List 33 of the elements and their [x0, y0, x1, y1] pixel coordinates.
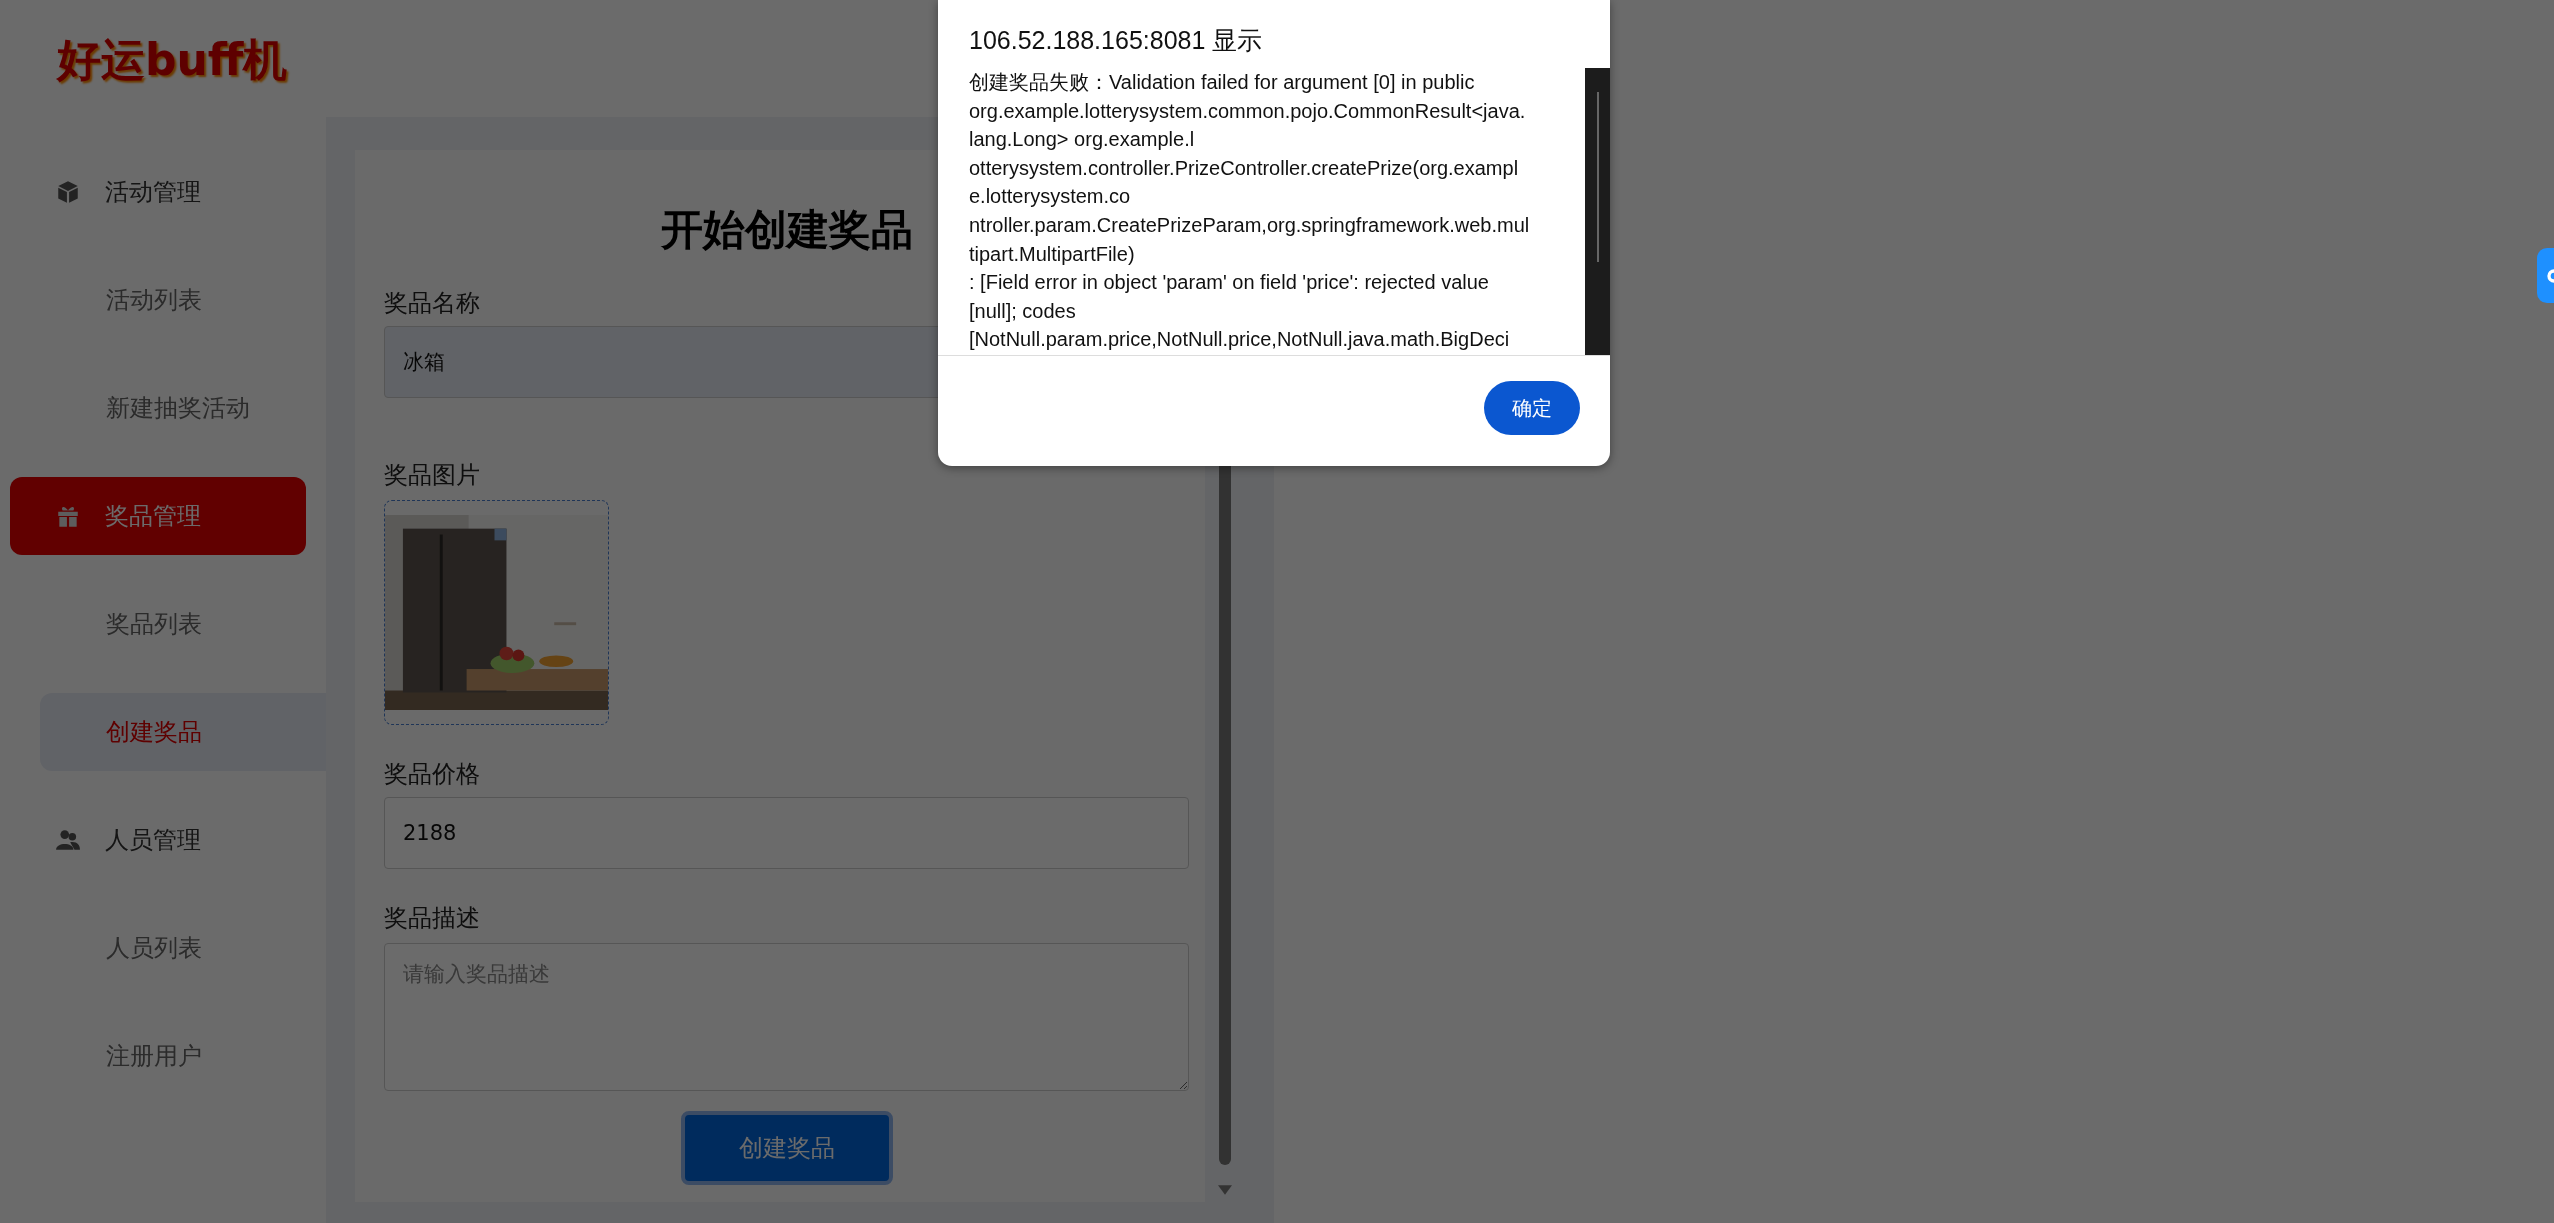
field-label: 奖品描述 [384, 903, 480, 933]
menu-item[interactable]: 注册用户 [40, 1017, 326, 1095]
cube-icon [55, 179, 81, 205]
message-line: [null]; codes [969, 298, 1076, 324]
scroll-down-icon[interactable] [1218, 1185, 1232, 1195]
menu-group[interactable]: 人员管理 [10, 801, 306, 879]
message-line: : [Field error in object 'param' on field 'price': rejected value [969, 270, 1489, 296]
field-label: 奖品名称 [384, 288, 480, 318]
menu-item[interactable]: 人员列表 [40, 909, 326, 987]
field-label: 奖品价格 [384, 759, 480, 789]
message-line: org.example.lotterysystem.common.pojo.CommonResult<java. [969, 98, 1526, 124]
field-label: 奖品图片 [384, 460, 480, 490]
input-field[interactable]: 2188 [384, 797, 1189, 869]
menu-item[interactable]: 活动列表 [40, 261, 326, 339]
message-line: ntroller.param.CreatePrizeParam,org.springframework.web.mul [969, 212, 1530, 238]
logo-text: 好运buff机 [57, 33, 288, 87]
message-line: tipart.MultipartFile) [969, 241, 1135, 267]
message-line: e.lotterysystem.co [969, 184, 1131, 210]
ok-button[interactable]: 确定 [1484, 381, 1580, 435]
menu-item[interactable]: 创建奖品 [40, 693, 326, 771]
menu-item[interactable]: 新建抽奖活动 [40, 369, 326, 447]
dialog-title: 106.52.188.165:8081 显示 [969, 25, 1263, 56]
create-prize-button[interactable]: 创建奖品 [680, 1111, 893, 1185]
ring-icon [2544, 266, 2554, 285]
users-icon [55, 827, 81, 853]
message-line: lang.Long> org.example.l [969, 127, 1195, 153]
menu-group[interactable]: 奖品管理 [10, 477, 306, 555]
scrollbar[interactable] [1585, 68, 1610, 355]
message-line: 创建奖品失败：Validation failed for argument [0] in public [969, 70, 1475, 95]
message-line: otterysystem.controller.PrizeController.createPrize(org.exampl [969, 155, 1519, 181]
form-title: 开始创建奖品 [660, 206, 913, 254]
menu-item[interactable]: 奖品列表 [40, 585, 326, 663]
menu-group[interactable]: 活动管理 [10, 153, 306, 231]
